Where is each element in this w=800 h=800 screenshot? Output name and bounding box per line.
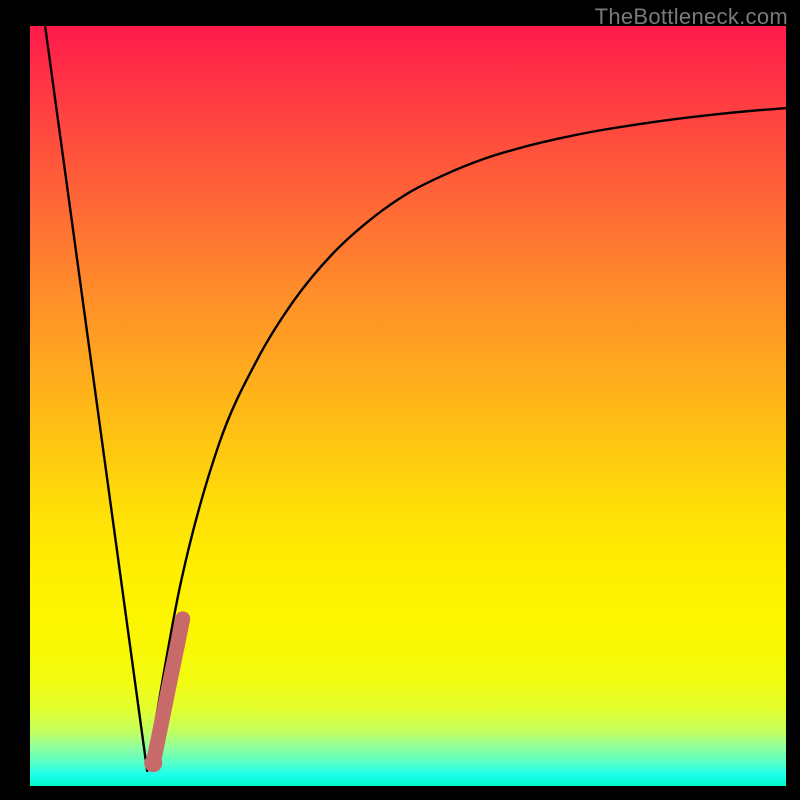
highlight-marker-end [144,754,162,772]
highlight-marker [153,619,182,763]
chart-plot-area [30,26,786,786]
curve-left-segment [45,26,147,771]
chart-frame [30,26,786,786]
curve-right [147,108,786,771]
chart-svg [30,26,786,786]
